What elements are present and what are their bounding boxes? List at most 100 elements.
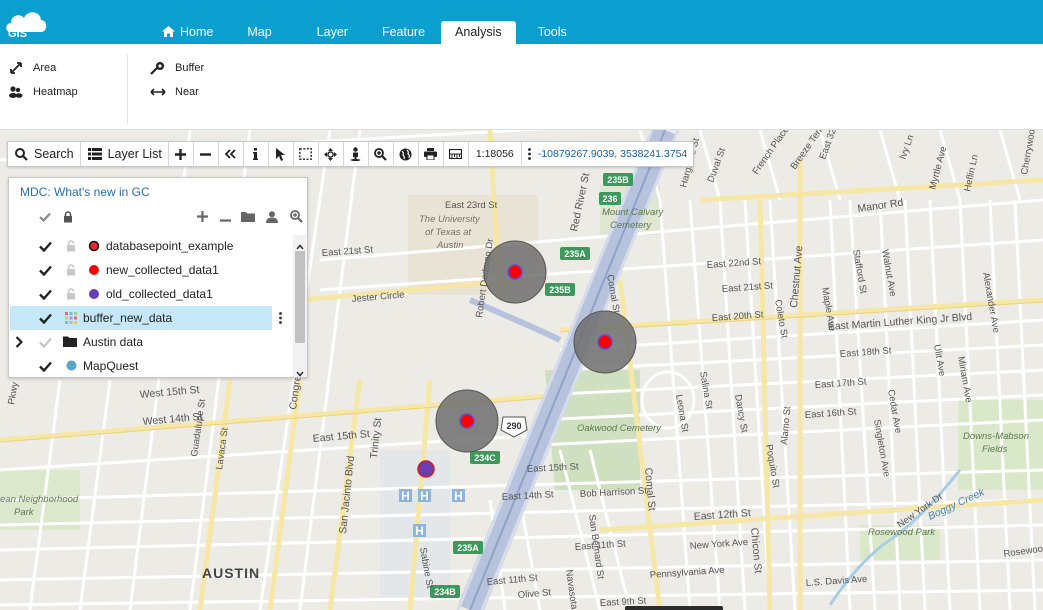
unlocked-icon[interactable] <box>65 287 77 301</box>
label-lavaca: Lavaca St <box>214 427 231 471</box>
label-austin: AUSTIN <box>202 565 260 581</box>
visibility-check-icon[interactable] <box>38 263 52 277</box>
minus-icon <box>200 152 212 156</box>
main-tabs: Home Map Layer Feature Analysis Tools <box>150 21 581 44</box>
search-button[interactable]: Search <box>8 142 81 166</box>
label-e16: East 16th St <box>804 406 857 421</box>
label-pkwy: Pkwy <box>6 381 21 406</box>
svg-text:H: H <box>415 524 424 538</box>
tab-layer[interactable]: Layer <box>292 21 370 44</box>
area-button[interactable]: Area <box>8 61 56 75</box>
remove-layer-button[interactable] <box>217 210 233 226</box>
shield-236: 236 <box>602 194 617 204</box>
search-label: Search <box>34 147 74 161</box>
measure-button[interactable] <box>444 142 469 166</box>
layer-row-buffer-new-data[interactable]: buffer_new_data <box>10 306 272 330</box>
zoom-out-button[interactable] <box>194 142 219 166</box>
tab-tools[interactable]: Tools <box>516 21 581 44</box>
visibility-check-icon[interactable] <box>38 239 52 253</box>
visibility-check-icon[interactable] <box>38 287 52 301</box>
point-symbol-icon <box>88 264 100 276</box>
near-button[interactable]: Near <box>150 85 199 99</box>
unlocked-icon[interactable] <box>65 263 77 277</box>
layer-row-new-collected-data1[interactable]: new_collected_data1 <box>10 258 293 282</box>
layer-list-panel: MDC: What's new in GC databasepoint_exam… <box>8 177 308 378</box>
scroll-down-icon[interactable] <box>296 366 304 380</box>
buffer-button[interactable]: Buffer <box>150 61 204 75</box>
label-heflin: Heflin Ln <box>962 154 981 193</box>
dashed-rectangle-icon <box>299 148 313 160</box>
label-ut2: of Texas at <box>425 227 471 238</box>
add-layer-button[interactable] <box>194 210 210 226</box>
visibility-check-icon[interactable] <box>38 335 52 349</box>
label-newyork: New York Ave <box>689 537 748 552</box>
tab-feature[interactable]: Feature <box>370 21 441 44</box>
visibility-check-icon[interactable] <box>38 359 52 373</box>
layer-options-button[interactable] <box>275 307 285 331</box>
ribbon-divider <box>127 54 128 124</box>
identify-button[interactable] <box>244 142 269 166</box>
zoom-in-button[interactable] <box>169 142 194 166</box>
label-jester: Jester Circle <box>351 289 405 305</box>
person-pin-icon <box>350 147 361 161</box>
heatmap-label: Heatmap <box>33 86 78 98</box>
box-select-button[interactable] <box>294 142 319 166</box>
heatmap-button[interactable]: Heatmap <box>8 85 78 99</box>
label-rosewood: Rosewood <box>1003 543 1043 560</box>
layer-row-austin-data[interactable]: Austin data <box>10 330 293 354</box>
user-layers-button[interactable] <box>264 210 280 226</box>
tab-analysis[interactable]: Analysis <box>441 21 516 44</box>
tab-home[interactable]: Home <box>150 21 225 44</box>
layer-list-button[interactable]: Layer List <box>81 142 169 166</box>
print-button[interactable] <box>419 142 444 166</box>
coordinates-display: -10879267.9039, 3538241.3754 <box>522 142 693 166</box>
point-new-1[interactable] <box>507 264 523 280</box>
polygon-grid-icon <box>65 312 77 324</box>
street-view-button[interactable] <box>344 142 369 166</box>
folder-icon <box>241 211 255 225</box>
label-ut1: The University <box>419 214 481 225</box>
point-new-3[interactable] <box>459 413 475 429</box>
logo-text: GIS <box>8 28 27 38</box>
point-new-2[interactable] <box>597 334 613 350</box>
toggle-all-visibility-button[interactable] <box>37 210 53 226</box>
shield-235b-top: 235B <box>607 175 629 185</box>
tab-tools-label: Tools <box>537 25 567 39</box>
unlocked-icon[interactable] <box>65 239 77 253</box>
layer-row-databasepoint[interactable]: databasepoint_example <box>10 234 293 258</box>
printer-icon <box>424 148 438 160</box>
toggle-all-lock-button[interactable] <box>60 210 76 226</box>
select-pointer-button[interactable] <box>269 142 294 166</box>
label-e20: East 20th St <box>711 309 764 324</box>
label-downsmabson2: Fields <box>982 444 1008 455</box>
chevron-right-icon[interactable] <box>15 336 24 351</box>
more-vertical-icon[interactable] <box>527 148 531 160</box>
tab-map[interactable]: Map <box>225 21 291 44</box>
layer-row-mapquest[interactable]: MapQuest <box>10 354 293 378</box>
previous-extent-button[interactable] <box>219 142 244 166</box>
label-oakwood: Oakwood Cemetery <box>577 423 662 434</box>
zoom-to-layer-button[interactable] <box>288 210 304 226</box>
label-bobharrison: Bob Harrison St <box>580 485 648 500</box>
coordinates-text: -10879267.9039, 3538241.3754 <box>537 148 688 160</box>
layer-row-old-collected-data1[interactable]: old_collected_data1 <box>10 282 293 306</box>
plus-icon <box>196 211 208 225</box>
visibility-check-icon[interactable] <box>38 311 52 325</box>
panel-toolbar <box>9 208 307 230</box>
pan-button[interactable] <box>319 142 344 166</box>
add-folder-button[interactable] <box>240 210 256 226</box>
analysis-ribbon: Area Heatmap Buffer Near <box>0 44 1043 130</box>
label-e14: East 14th St <box>502 489 555 503</box>
label-ivy: Ivy Ln <box>897 133 916 161</box>
point-old-1[interactable] <box>417 460 435 478</box>
zoom-to-button[interactable] <box>369 142 394 166</box>
full-extent-button[interactable] <box>394 142 419 166</box>
gis-cloud-logo[interactable]: GIS <box>4 4 50 40</box>
lock-icon <box>63 210 73 226</box>
layer-name: old_collected_data1 <box>106 287 213 301</box>
gis-app: GIS Home Map Layer Feature Analysis Tool… <box>0 0 1043 610</box>
panel-scrollbar[interactable] <box>293 235 307 377</box>
scrollbar-thumb[interactable] <box>295 251 305 343</box>
shield-235a-top: 235A <box>564 249 586 259</box>
label-e18: East 18th St <box>839 345 892 360</box>
